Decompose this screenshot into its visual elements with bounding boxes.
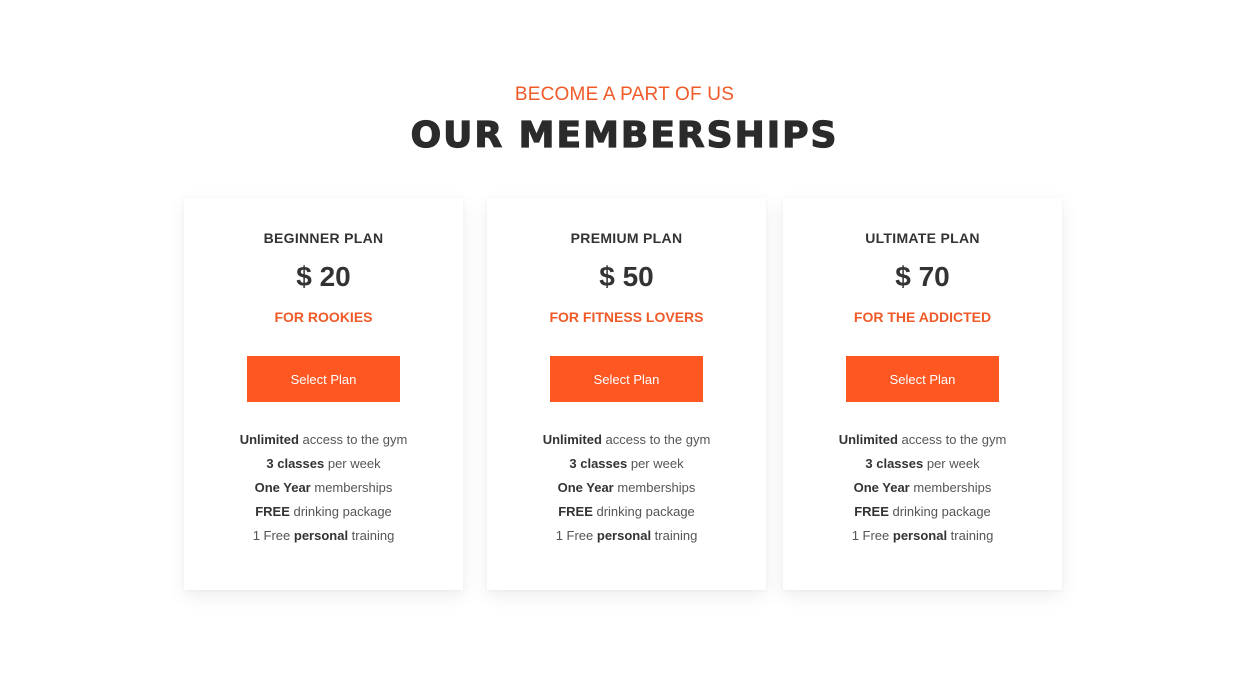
memberships-header: BECOME A PART OF US OUR MEMBERSHIPS [0,82,1249,158]
feature-item: 1 Free personal training [555,528,698,543]
plan-name: ULTIMATE PLAN [865,230,980,246]
feature-item: FREE drinking package [854,504,991,519]
plan-tagline: FOR THE ADDICTED [853,309,992,325]
plan-card-premium: PREMIUM PLAN $ 50 FOR FITNESS LOVERS Sel… [487,198,766,590]
plan-tagline: FOR ROOKIES [274,309,373,325]
feature-item: Unlimited access to the gym [838,432,1007,447]
feature-list: Unlimited access to the gym 3 classes pe… [487,428,766,548]
plan-name: BEGINNER PLAN [263,230,384,246]
feature-item: 1 Free personal training [252,528,395,543]
feature-item: FREE drinking package [255,504,392,519]
plan-price: $ 50 [599,261,654,292]
feature-list: Unlimited access to the gym 3 classes pe… [783,428,1062,548]
feature-item: One Year memberships [557,480,696,495]
plan-price: $ 70 [895,261,950,292]
feature-item: 1 Free personal training [851,528,994,543]
pricing-cards: BEGINNER PLAN $ 20 FOR ROOKIES Select Pl… [184,198,1064,590]
feature-item: Unlimited access to the gym [542,432,711,447]
plan-price: $ 20 [296,261,351,292]
feature-item: One Year memberships [853,480,992,495]
select-plan-button[interactable]: Select Plan [550,356,703,402]
plan-card-beginner: BEGINNER PLAN $ 20 FOR ROOKIES Select Pl… [184,198,463,590]
plan-name: PREMIUM PLAN [570,230,683,246]
select-plan-button[interactable]: Select Plan [846,356,999,402]
feature-item: One Year memberships [254,480,393,495]
feature-item: 3 classes per week [266,456,381,471]
plan-card-ultimate: ULTIMATE PLAN $ 70 FOR THE ADDICTED Sele… [783,198,1062,590]
feature-list: Unlimited access to the gym 3 classes pe… [184,428,463,548]
plan-tagline: FOR FITNESS LOVERS [549,309,704,325]
section-title: OUR MEMBERSHIPS [410,114,839,156]
section-eyebrow: BECOME A PART OF US [514,84,735,105]
feature-item: 3 classes per week [569,456,684,471]
feature-item: Unlimited access to the gym [239,432,408,447]
feature-item: FREE drinking package [558,504,695,519]
select-plan-button[interactable]: Select Plan [247,356,400,402]
feature-item: 3 classes per week [865,456,980,471]
